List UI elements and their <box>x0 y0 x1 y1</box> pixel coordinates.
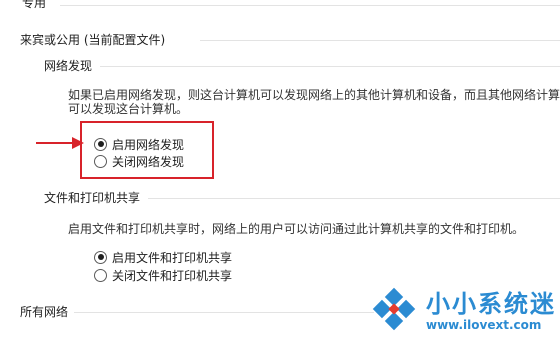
separator-line <box>100 66 560 67</box>
red-arrow-icon <box>36 137 84 149</box>
separator-line <box>60 5 560 6</box>
radio-checked-icon[interactable] <box>94 250 107 264</box>
section-guest-public-label[interactable]: 来宾或公用 (当前配置文件) <box>20 31 165 48</box>
network-discovery-title: 网络发现 <box>44 59 93 73</box>
radio-unchecked-icon[interactable] <box>94 268 107 282</box>
section-private-label[interactable]: 专用 <box>22 0 46 11</box>
file-printer-sharing-title: 文件和打印机共享 <box>44 191 141 205</box>
radio-enable-file-printer-sharing[interactable]: 启用文件和打印机共享 <box>94 248 232 266</box>
radio-label[interactable]: 启用文件和打印机共享 <box>112 249 232 266</box>
watermark-url: www.ilovext.com <box>426 318 542 332</box>
watermark-brand: 小小系统迷 <box>426 290 556 318</box>
radio-label[interactable]: 关闭文件和打印机共享 <box>112 267 232 284</box>
separator-line <box>148 198 560 199</box>
network-discovery-description-2: 可以发现这台计算机。 <box>68 102 189 116</box>
radio-disable-file-printer-sharing[interactable]: 关闭文件和打印机共享 <box>94 266 232 284</box>
red-highlight-box <box>80 121 214 179</box>
watermark-logo-icon <box>372 287 416 331</box>
file-printer-sharing-description: 启用文件和打印机共享时，网络上的用户可以访问通过此计算机共享的文件和打印机。 <box>68 222 525 236</box>
separator-line <box>74 312 374 313</box>
watermark: 小小系统迷 www.ilovext.com <box>368 280 560 340</box>
section-all-networks-label[interactable]: 所有网络 <box>20 303 68 320</box>
separator-line <box>200 40 560 41</box>
